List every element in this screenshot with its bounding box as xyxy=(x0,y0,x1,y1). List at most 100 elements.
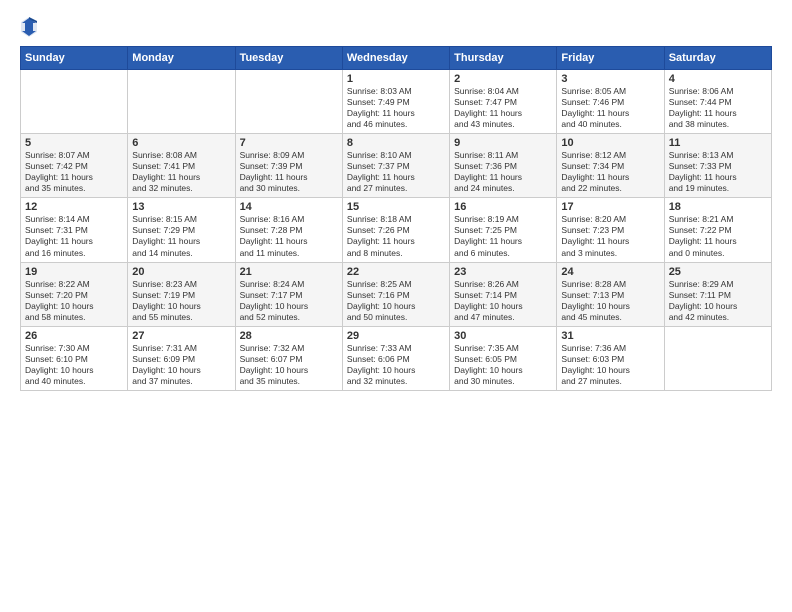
day-info-7: Sunrise: 8:09 AM Sunset: 7:39 PM Dayligh… xyxy=(240,150,338,194)
day-info-19: Sunrise: 8:22 AM Sunset: 7:20 PM Dayligh… xyxy=(25,279,123,323)
day-number-16: 16 xyxy=(454,201,552,213)
day-cell-1: 1Sunrise: 8:03 AM Sunset: 7:49 PM Daylig… xyxy=(342,70,449,134)
day-info-11: Sunrise: 8:13 AM Sunset: 7:33 PM Dayligh… xyxy=(669,150,767,194)
day-number-15: 15 xyxy=(347,201,445,213)
day-number-21: 21 xyxy=(240,266,338,278)
day-number-11: 11 xyxy=(669,137,767,149)
day-info-8: Sunrise: 8:10 AM Sunset: 7:37 PM Dayligh… xyxy=(347,150,445,194)
day-number-28: 28 xyxy=(240,330,338,342)
day-cell-2: 2Sunrise: 8:04 AM Sunset: 7:47 PM Daylig… xyxy=(450,70,557,134)
day-info-23: Sunrise: 8:26 AM Sunset: 7:14 PM Dayligh… xyxy=(454,279,552,323)
day-number-26: 26 xyxy=(25,330,123,342)
day-cell-9: 9Sunrise: 8:11 AM Sunset: 7:36 PM Daylig… xyxy=(450,134,557,198)
day-number-18: 18 xyxy=(669,201,767,213)
col-header-friday: Friday xyxy=(557,47,664,70)
day-cell-17: 17Sunrise: 8:20 AM Sunset: 7:23 PM Dayli… xyxy=(557,198,664,262)
page: SundayMondayTuesdayWednesdayThursdayFrid… xyxy=(0,0,792,612)
col-header-saturday: Saturday xyxy=(664,47,771,70)
day-number-12: 12 xyxy=(25,201,123,213)
empty-cell xyxy=(128,70,235,134)
day-info-31: Sunrise: 7:36 AM Sunset: 6:03 PM Dayligh… xyxy=(561,343,659,387)
day-number-10: 10 xyxy=(561,137,659,149)
calendar-table: SundayMondayTuesdayWednesdayThursdayFrid… xyxy=(20,46,772,391)
day-cell-11: 11Sunrise: 8:13 AM Sunset: 7:33 PM Dayli… xyxy=(664,134,771,198)
col-header-sunday: Sunday xyxy=(21,47,128,70)
day-cell-3: 3Sunrise: 8:05 AM Sunset: 7:46 PM Daylig… xyxy=(557,70,664,134)
day-info-22: Sunrise: 8:25 AM Sunset: 7:16 PM Dayligh… xyxy=(347,279,445,323)
day-number-4: 4 xyxy=(669,73,767,85)
week-row-2: 5Sunrise: 8:07 AM Sunset: 7:42 PM Daylig… xyxy=(21,134,772,198)
day-info-3: Sunrise: 8:05 AM Sunset: 7:46 PM Dayligh… xyxy=(561,86,659,130)
day-info-21: Sunrise: 8:24 AM Sunset: 7:17 PM Dayligh… xyxy=(240,279,338,323)
day-cell-29: 29Sunrise: 7:33 AM Sunset: 6:06 PM Dayli… xyxy=(342,326,449,390)
day-number-24: 24 xyxy=(561,266,659,278)
day-cell-14: 14Sunrise: 8:16 AM Sunset: 7:28 PM Dayli… xyxy=(235,198,342,262)
day-info-17: Sunrise: 8:20 AM Sunset: 7:23 PM Dayligh… xyxy=(561,214,659,258)
day-number-6: 6 xyxy=(132,137,230,149)
day-number-20: 20 xyxy=(132,266,230,278)
week-row-3: 12Sunrise: 8:14 AM Sunset: 7:31 PM Dayli… xyxy=(21,198,772,262)
day-info-2: Sunrise: 8:04 AM Sunset: 7:47 PM Dayligh… xyxy=(454,86,552,130)
day-info-12: Sunrise: 8:14 AM Sunset: 7:31 PM Dayligh… xyxy=(25,214,123,258)
col-header-monday: Monday xyxy=(128,47,235,70)
day-info-13: Sunrise: 8:15 AM Sunset: 7:29 PM Dayligh… xyxy=(132,214,230,258)
day-info-28: Sunrise: 7:32 AM Sunset: 6:07 PM Dayligh… xyxy=(240,343,338,387)
day-number-13: 13 xyxy=(132,201,230,213)
day-info-18: Sunrise: 8:21 AM Sunset: 7:22 PM Dayligh… xyxy=(669,214,767,258)
day-cell-30: 30Sunrise: 7:35 AM Sunset: 6:05 PM Dayli… xyxy=(450,326,557,390)
day-cell-21: 21Sunrise: 8:24 AM Sunset: 7:17 PM Dayli… xyxy=(235,262,342,326)
day-info-10: Sunrise: 8:12 AM Sunset: 7:34 PM Dayligh… xyxy=(561,150,659,194)
day-number-25: 25 xyxy=(669,266,767,278)
day-cell-22: 22Sunrise: 8:25 AM Sunset: 7:16 PM Dayli… xyxy=(342,262,449,326)
logo xyxy=(20,16,41,38)
day-info-29: Sunrise: 7:33 AM Sunset: 6:06 PM Dayligh… xyxy=(347,343,445,387)
day-number-2: 2 xyxy=(454,73,552,85)
header-row: SundayMondayTuesdayWednesdayThursdayFrid… xyxy=(21,47,772,70)
logo-icon xyxy=(20,16,38,38)
day-info-6: Sunrise: 8:08 AM Sunset: 7:41 PM Dayligh… xyxy=(132,150,230,194)
day-number-3: 3 xyxy=(561,73,659,85)
day-cell-25: 25Sunrise: 8:29 AM Sunset: 7:11 PM Dayli… xyxy=(664,262,771,326)
day-cell-12: 12Sunrise: 8:14 AM Sunset: 7:31 PM Dayli… xyxy=(21,198,128,262)
day-cell-5: 5Sunrise: 8:07 AM Sunset: 7:42 PM Daylig… xyxy=(21,134,128,198)
col-header-thursday: Thursday xyxy=(450,47,557,70)
day-info-24: Sunrise: 8:28 AM Sunset: 7:13 PM Dayligh… xyxy=(561,279,659,323)
day-info-9: Sunrise: 8:11 AM Sunset: 7:36 PM Dayligh… xyxy=(454,150,552,194)
empty-cell xyxy=(664,326,771,390)
day-cell-24: 24Sunrise: 8:28 AM Sunset: 7:13 PM Dayli… xyxy=(557,262,664,326)
day-cell-13: 13Sunrise: 8:15 AM Sunset: 7:29 PM Dayli… xyxy=(128,198,235,262)
day-number-31: 31 xyxy=(561,330,659,342)
day-cell-6: 6Sunrise: 8:08 AM Sunset: 7:41 PM Daylig… xyxy=(128,134,235,198)
day-info-4: Sunrise: 8:06 AM Sunset: 7:44 PM Dayligh… xyxy=(669,86,767,130)
header xyxy=(20,16,772,38)
day-cell-31: 31Sunrise: 7:36 AM Sunset: 6:03 PM Dayli… xyxy=(557,326,664,390)
week-row-5: 26Sunrise: 7:30 AM Sunset: 6:10 PM Dayli… xyxy=(21,326,772,390)
day-number-9: 9 xyxy=(454,137,552,149)
day-info-14: Sunrise: 8:16 AM Sunset: 7:28 PM Dayligh… xyxy=(240,214,338,258)
week-row-1: 1Sunrise: 8:03 AM Sunset: 7:49 PM Daylig… xyxy=(21,70,772,134)
col-header-wednesday: Wednesday xyxy=(342,47,449,70)
day-info-20: Sunrise: 8:23 AM Sunset: 7:19 PM Dayligh… xyxy=(132,279,230,323)
day-cell-8: 8Sunrise: 8:10 AM Sunset: 7:37 PM Daylig… xyxy=(342,134,449,198)
day-number-27: 27 xyxy=(132,330,230,342)
day-number-17: 17 xyxy=(561,201,659,213)
day-info-5: Sunrise: 8:07 AM Sunset: 7:42 PM Dayligh… xyxy=(25,150,123,194)
empty-cell xyxy=(235,70,342,134)
day-number-22: 22 xyxy=(347,266,445,278)
day-info-1: Sunrise: 8:03 AM Sunset: 7:49 PM Dayligh… xyxy=(347,86,445,130)
day-cell-18: 18Sunrise: 8:21 AM Sunset: 7:22 PM Dayli… xyxy=(664,198,771,262)
day-number-5: 5 xyxy=(25,137,123,149)
col-header-tuesday: Tuesday xyxy=(235,47,342,70)
day-number-30: 30 xyxy=(454,330,552,342)
day-number-19: 19 xyxy=(25,266,123,278)
day-info-16: Sunrise: 8:19 AM Sunset: 7:25 PM Dayligh… xyxy=(454,214,552,258)
day-cell-28: 28Sunrise: 7:32 AM Sunset: 6:07 PM Dayli… xyxy=(235,326,342,390)
day-cell-15: 15Sunrise: 8:18 AM Sunset: 7:26 PM Dayli… xyxy=(342,198,449,262)
day-number-14: 14 xyxy=(240,201,338,213)
day-info-30: Sunrise: 7:35 AM Sunset: 6:05 PM Dayligh… xyxy=(454,343,552,387)
day-cell-10: 10Sunrise: 8:12 AM Sunset: 7:34 PM Dayli… xyxy=(557,134,664,198)
week-row-4: 19Sunrise: 8:22 AM Sunset: 7:20 PM Dayli… xyxy=(21,262,772,326)
day-number-1: 1 xyxy=(347,73,445,85)
empty-cell xyxy=(21,70,128,134)
day-number-29: 29 xyxy=(347,330,445,342)
